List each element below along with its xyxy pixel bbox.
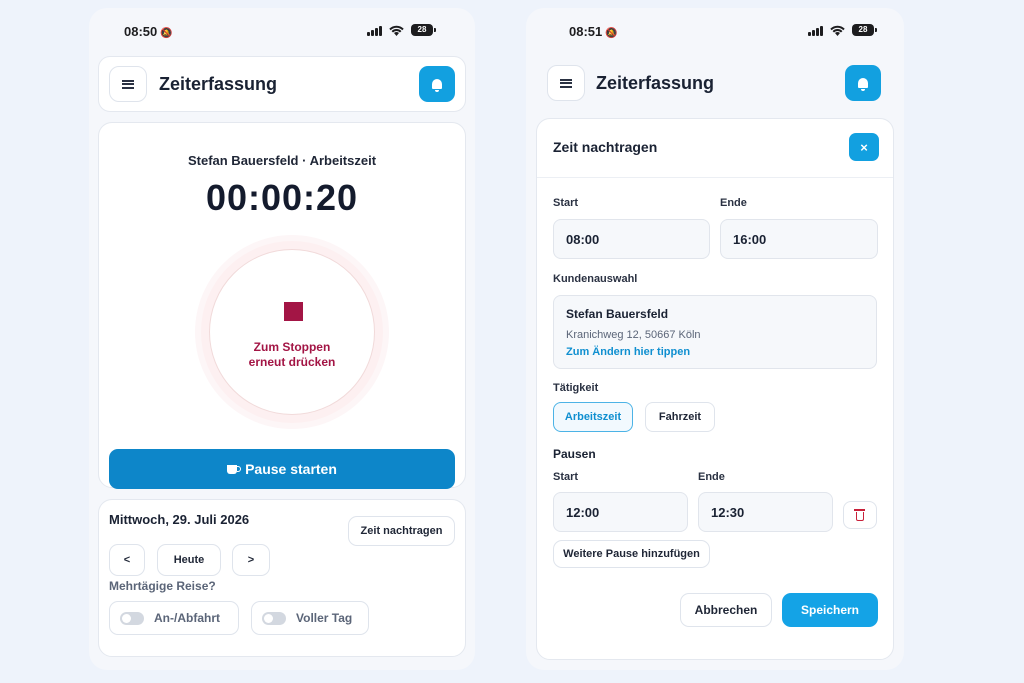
next-day-button[interactable]: > — [232, 544, 270, 576]
silent-bell-icon: 🔕 — [160, 28, 173, 39]
close-dialog-button[interactable]: × — [849, 133, 879, 161]
wifi-icon — [830, 25, 845, 36]
status-bar: 08:50 🔕 28 — [89, 22, 475, 42]
hamburger-icon — [122, 79, 134, 89]
notifications-button[interactable] — [845, 65, 881, 101]
change-customer-link[interactable]: Zum Ändern hier tippen — [566, 346, 690, 358]
activity-label: Tätigkeit — [553, 382, 599, 394]
trash-icon — [854, 509, 865, 521]
stop-hint-line2: erneut drücken — [248, 355, 336, 369]
menu-button[interactable] — [547, 65, 585, 101]
break-start-input[interactable]: 12:00 — [553, 492, 688, 532]
status-icons: 28 — [367, 24, 436, 36]
app-title: Zeiterfassung — [159, 74, 278, 94]
toggle-switch-off — [120, 611, 144, 625]
add-break-button[interactable]: Weitere Pause hinzufügen — [553, 540, 710, 568]
close-icon: × — [860, 139, 868, 155]
bell-icon — [858, 78, 868, 91]
timer-elapsed: 00:00:20 — [205, 177, 359, 218]
end-label: Ende — [720, 197, 747, 209]
customer-address: Kranichweg 12, 50667 Köln — [566, 329, 701, 341]
battery-icon: 28 — [411, 24, 436, 36]
start-pause-button[interactable]: Pause starten — [109, 449, 455, 489]
breaks-title: Pausen — [553, 447, 596, 461]
arrival-departure-toggle[interactable]: An-/Abfahrt — [109, 601, 239, 635]
full-day-toggle[interactable]: Voller Tag — [251, 601, 369, 635]
multi-day-trip-label: Mehrtägige Reise? — [109, 579, 216, 593]
notifications-button[interactable] — [419, 66, 455, 102]
phone-add-time-screen: 08:51 🔕 28 Zeiterfassung Zeit nachtragen … — [526, 8, 904, 670]
stop-timer-button[interactable]: Zum Stoppen erneut drücken — [209, 249, 375, 415]
signal-icon — [367, 25, 382, 36]
app-title: Zeiterfassung — [596, 73, 715, 93]
wifi-icon — [389, 25, 404, 36]
delete-break-button[interactable] — [843, 501, 877, 529]
menu-button[interactable] — [109, 66, 147, 102]
add-time-dialog: Zeit nachtragen × Start 08:00 Ende 16:00… — [536, 118, 894, 660]
start-pause-label: Pause starten — [245, 461, 337, 477]
start-time-input[interactable]: 08:00 — [553, 219, 710, 259]
end-time-input[interactable]: 16:00 — [720, 219, 878, 259]
toggle-switch-off — [262, 611, 286, 625]
app-header: Zeiterfassung — [98, 56, 466, 112]
customer-selector[interactable]: Stefan Bauersfeld Kranichweg 12, 50667 K… — [553, 295, 877, 369]
status-icons: 28 — [808, 24, 877, 36]
phone-timer-screen: 08:50 🔕 28 Zeiterfassung Stefan Bauersfel… — [89, 8, 475, 670]
full-day-label: Voller Tag — [296, 611, 353, 625]
date-card: Mittwoch, 29. Juli 2026 Zeit nachtragen … — [98, 499, 466, 657]
cancel-button[interactable]: Abbrechen — [680, 593, 772, 627]
status-time: 08:50 🔕 — [124, 24, 173, 39]
arrival-departure-label: An-/Abfahrt — [154, 611, 220, 625]
timer-employee-activity: Stefan Bauersfeld · Arbeitszeit — [187, 153, 377, 168]
break-end-input[interactable]: 12:30 — [698, 492, 833, 532]
customer-name: Stefan Bauersfeld — [566, 307, 669, 321]
silent-bell-icon: 🔕 — [605, 28, 618, 39]
bell-icon — [432, 79, 442, 92]
today-button[interactable]: Heute — [157, 544, 221, 576]
save-button[interactable]: Speichern — [782, 593, 878, 627]
start-label: Start — [553, 197, 579, 209]
customer-label: Kundenauswahl — [553, 273, 638, 285]
dialog-title: Zeit nachtragen — [553, 139, 658, 155]
stop-icon — [284, 302, 303, 321]
dialog-divider — [537, 177, 893, 178]
timer-card: Stefan Bauersfeld · Arbeitszeit 00:00:20… — [98, 122, 466, 489]
stop-hint: Zum Stoppen erneut drücken — [210, 340, 374, 370]
previous-day-button[interactable]: < — [109, 544, 145, 576]
break-start-label: Start — [553, 471, 579, 483]
app-header: Zeiterfassung — [535, 56, 895, 112]
activity-travel-chip[interactable]: Fahrzeit — [645, 402, 715, 432]
add-time-button[interactable]: Zeit nachtragen — [348, 516, 455, 546]
activity-work-chip[interactable]: Arbeitszeit — [553, 402, 633, 432]
current-date: Mittwoch, 29. Juli 2026 — [109, 512, 250, 527]
coffee-cup-icon — [227, 464, 242, 474]
battery-icon: 28 — [852, 24, 877, 36]
break-end-label: Ende — [698, 471, 725, 483]
status-time: 08:51 🔕 — [569, 24, 618, 39]
status-bar: 08:51 🔕 28 — [526, 22, 904, 42]
hamburger-icon — [560, 78, 572, 88]
signal-icon — [808, 25, 823, 36]
stop-hint-line1: Zum Stoppen — [253, 340, 331, 354]
